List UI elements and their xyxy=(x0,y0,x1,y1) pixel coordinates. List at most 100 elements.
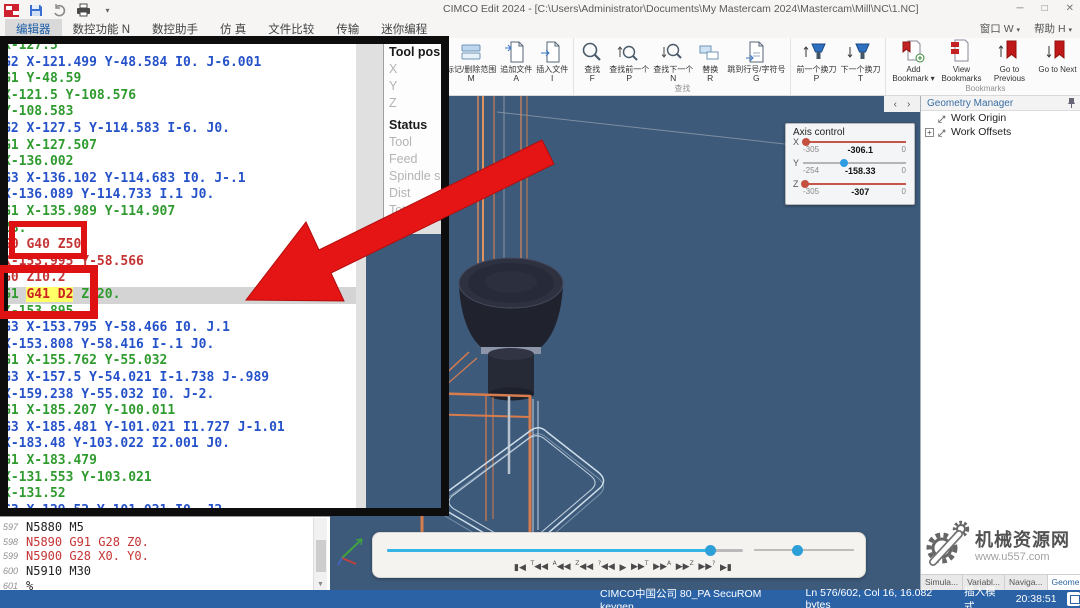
gcode-line: G1 Y-48.59 xyxy=(3,71,81,88)
chevron-down-icon: ▾ xyxy=(1068,27,1072,34)
tool-position-row: Y xyxy=(389,78,449,95)
axis-slider[interactable] xyxy=(803,183,906,185)
skip-to-end-button[interactable]: ▶▮ xyxy=(719,560,733,575)
axis-row-z: Z-305-3070 xyxy=(793,181,906,202)
menu-help[interactable]: 帮助 H ▾ xyxy=(1034,21,1072,36)
rewind-arc-button[interactable]: A◀◀ xyxy=(552,560,572,575)
undo-icon[interactable] xyxy=(52,3,67,17)
find-previous-button[interactable]: 查找前一个P xyxy=(607,39,651,83)
next-tool-icon xyxy=(846,39,874,64)
ribbon-button-key: P xyxy=(626,74,632,83)
tool-position-row: X xyxy=(389,61,449,78)
mark-delete-range-button[interactable]: 标记/删除范围M xyxy=(444,39,498,83)
forward-z-button[interactable]: ▶▶Z xyxy=(675,560,695,575)
menu-window[interactable]: 窗口 W ▾ xyxy=(980,21,1020,36)
line-text: % xyxy=(26,579,33,590)
add-bookmark-button[interactable]: Add Bookmark ▾ xyxy=(889,39,937,83)
goto-next-bookmark-button[interactable]: Go to Next xyxy=(1033,39,1080,83)
tool-position-title: Tool position xyxy=(389,44,449,61)
rewind-z-button[interactable]: Z◀◀ xyxy=(574,560,594,575)
editor-line: 597N5880 M5 xyxy=(0,520,330,535)
gcode-line: G1 X-127.507 xyxy=(3,138,97,155)
rewind-toolchange-button[interactable]: T◀◀ xyxy=(530,560,550,575)
append-file-icon xyxy=(503,39,529,64)
close-button[interactable]: ✕ xyxy=(1066,3,1074,14)
annotation-box-g41 xyxy=(0,265,98,319)
pin-icon[interactable] xyxy=(1067,97,1076,109)
prev-toolchange-button[interactable]: 前一个换刀P xyxy=(794,39,838,83)
callout-frame xyxy=(0,508,449,516)
goto-previous-bookmark-button[interactable]: Go to Previous xyxy=(985,39,1033,83)
panel-tab-2[interactable]: Naviga... xyxy=(1005,575,1048,590)
forward-arc-button[interactable]: ▶▶A xyxy=(652,560,672,575)
annotation-box-g40 xyxy=(9,221,87,259)
axis-label: Z xyxy=(793,179,799,189)
tree-item-label: Work Origin xyxy=(951,112,1006,124)
speed-slider[interactable] xyxy=(754,549,854,551)
watermark-title: 机械资源网 xyxy=(975,526,1070,552)
print-icon[interactable] xyxy=(76,3,91,17)
editor-line: 600N5910 M30 xyxy=(0,564,330,579)
panel-nav-arrows[interactable]: ‹ › xyxy=(884,96,920,112)
gcode-line: G1 X-135.989 Y-114.907 xyxy=(3,204,175,221)
ime-icon[interactable] xyxy=(1067,592,1080,606)
append-file-button[interactable]: 追加文件A xyxy=(498,39,534,83)
progress-slider[interactable] xyxy=(387,549,743,552)
cursor-position: Ln 576/602, Col 16, 16.082 bytes xyxy=(806,587,945,608)
gcode-line: G3 X-185.481 Y-101.021 I1.727 J-1.01 xyxy=(3,420,285,437)
forward-toolchange-button[interactable]: ▶▶T xyxy=(630,560,650,575)
speed-handle[interactable] xyxy=(792,545,803,556)
editor-line: 601% xyxy=(0,578,330,590)
find-button[interactable]: 查找F xyxy=(577,39,607,83)
scroll-down-icon[interactable]: ▼ xyxy=(317,581,324,588)
tree-expander-icon[interactable]: + xyxy=(925,128,934,137)
rewind-step-button[interactable]: ?◀◀ xyxy=(597,560,616,575)
ribbon-group-label xyxy=(506,84,508,95)
play-button[interactable]: ▶ xyxy=(618,560,627,575)
tree-item-work-origin[interactable]: Work Origin xyxy=(921,111,1080,125)
nav-left-icon[interactable]: ‹ xyxy=(894,99,897,110)
gcode-line: G1 X-155.762 Y-55.032 xyxy=(3,353,167,370)
gcode-line: G3 X-153.795 Y-58.466 I0. J.1 xyxy=(3,320,230,337)
progress-handle[interactable] xyxy=(705,545,716,556)
line-number: 601 xyxy=(0,581,18,590)
minimize-button[interactable]: ─ xyxy=(1016,3,1023,14)
axis-label: X xyxy=(793,137,799,147)
axis-icon xyxy=(937,113,948,124)
tree-item-work-offsets[interactable]: + Work Offsets xyxy=(921,125,1080,139)
callout-frame xyxy=(441,36,449,516)
cimco-logo-icon xyxy=(4,4,19,17)
geometry-manager-header[interactable]: Geometry Manager xyxy=(921,96,1080,111)
tree-item-label: Work Offsets xyxy=(951,126,1011,138)
goto-line-button[interactable]: 跳到行号/字符号G xyxy=(725,39,787,83)
editor-scrollbar[interactable]: ▼ xyxy=(313,518,327,590)
find-prev-icon xyxy=(616,39,642,64)
replace-button[interactable]: 替换R xyxy=(695,39,725,83)
view-bookmarks-button[interactable]: View Bookmarks xyxy=(937,39,985,83)
gcode-line: X-153.808 Y-58.416 I-.1 J0. xyxy=(3,337,214,354)
qat-dropdown-icon[interactable]: ▾ xyxy=(100,3,115,17)
gcode-line: X-131.52 xyxy=(3,486,66,503)
nc-editor-bottom[interactable]: 597N5880 M5598N5890 G91 G28 Z0.599N5900 … xyxy=(0,516,330,590)
axis-slider[interactable] xyxy=(803,141,906,143)
save-icon[interactable] xyxy=(28,3,43,17)
scrollbar-thumb[interactable] xyxy=(316,540,326,572)
tree-expander-icon xyxy=(925,114,934,123)
forward-step-button[interactable]: ▶▶? xyxy=(697,560,716,575)
gcode-line: X-131.553 Y-103.021 xyxy=(3,470,152,487)
axis-row-y: Y-254-158.330 xyxy=(793,160,906,181)
goto-next-bookmark-icon xyxy=(1044,39,1070,64)
maximize-button[interactable]: □ xyxy=(1042,3,1048,14)
watermark: 机械资源网 www.u557.com xyxy=(923,518,1079,570)
insert-file-button[interactable]: 插入文件I xyxy=(534,39,570,83)
skip-to-start-button[interactable]: ▮◀ xyxy=(513,560,527,575)
ribbon-group-1: 查找F查找前一个P查找下一个N替换R跳到行号/字符号G查找 xyxy=(574,38,791,95)
next-toolchange-button[interactable]: 下一个换刀T xyxy=(838,39,882,83)
axis-slider[interactable] xyxy=(803,162,906,164)
panel-tab-3[interactable]: Geome... xyxy=(1048,575,1080,590)
find-next-button[interactable]: 查找下一个N xyxy=(651,39,695,83)
status-bar: CIMCO中国公司 80_PA SecuROM keygen Ln 576/60… xyxy=(0,590,1080,608)
nav-right-icon[interactable]: › xyxy=(907,99,910,110)
ribbon-button-key: R xyxy=(707,74,713,83)
cimco-edit-window: ▾ CIMCO Edit 2024 - [C:\Users\Administra… xyxy=(0,0,1080,608)
